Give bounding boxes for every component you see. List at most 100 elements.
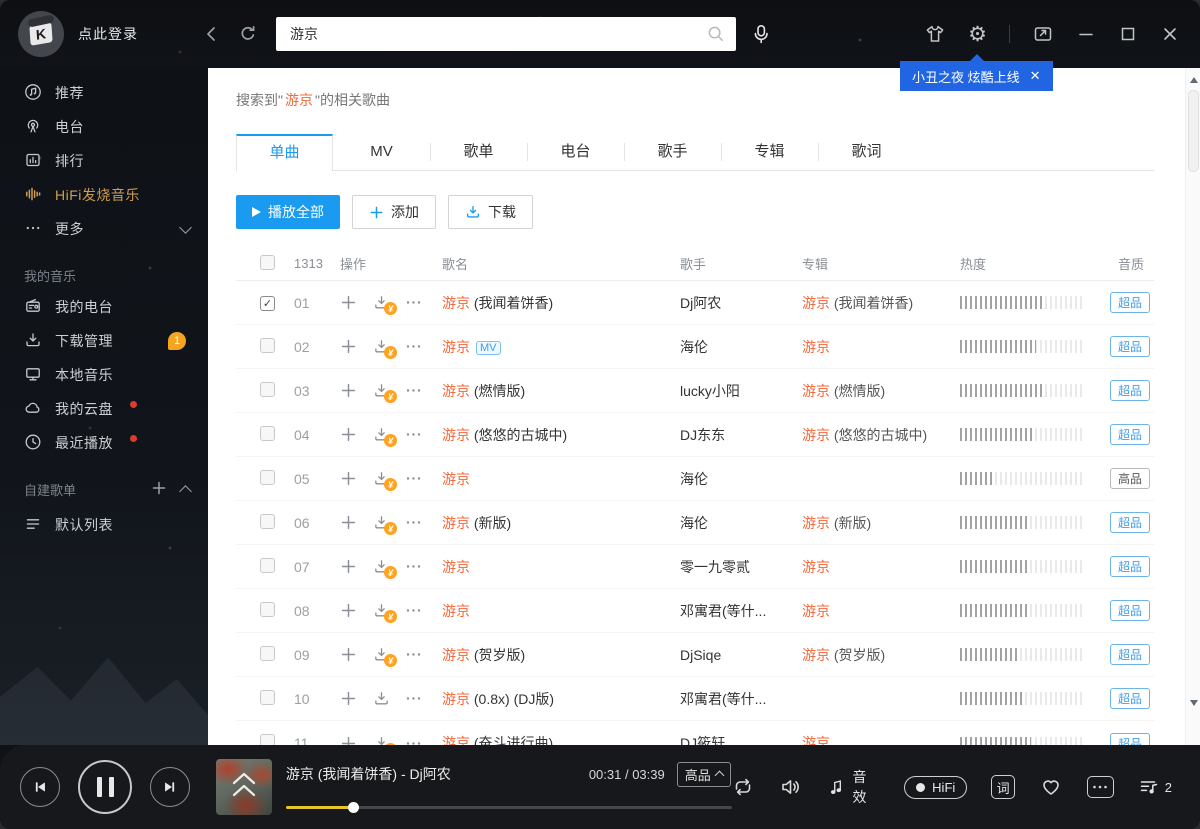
song-keyword[interactable]: 游京 — [442, 427, 470, 443]
mini-player-icon[interactable] — [1032, 23, 1054, 45]
sidebar-item-more[interactable]: 更多 — [0, 212, 208, 246]
tab-single[interactable]: 单曲 — [236, 134, 333, 171]
tab-radio[interactable]: 电台 — [527, 134, 624, 170]
search-keyword[interactable]: 游京 — [285, 92, 313, 108]
tab-artist[interactable]: 歌手 — [624, 134, 721, 170]
download-song-icon[interactable]: ¥ — [373, 294, 397, 315]
now-playing-title[interactable]: 游京 (我闻着饼香) - Dj阿农 — [286, 764, 451, 784]
progress-bar[interactable] — [285, 801, 732, 813]
download-song-icon[interactable]: ¥ — [373, 735, 397, 745]
row-checkbox[interactable] — [260, 689, 275, 705]
add-to-playlist-icon[interactable] — [340, 514, 357, 531]
download-song-icon[interactable]: ¥ — [373, 514, 397, 535]
sidebar-item-recent-play[interactable]: 最近播放 — [0, 426, 208, 460]
more-actions-icon[interactable] — [406, 344, 421, 349]
sidebar-item-my-radio[interactable]: 我的电台 — [0, 290, 208, 324]
song-rest[interactable]: (贺岁版) — [470, 647, 525, 663]
search-input[interactable] — [290, 26, 690, 42]
pause-button[interactable] — [78, 760, 132, 814]
quality-selector[interactable]: 高品 — [676, 761, 731, 787]
download-song-icon[interactable]: ¥ — [373, 602, 397, 623]
song-keyword[interactable]: 游京 — [442, 383, 470, 399]
more-actions-icon[interactable] — [406, 300, 421, 305]
play-all-button[interactable]: 播放全部 — [236, 195, 340, 229]
row-checkbox[interactable] — [260, 425, 275, 441]
table-row[interactable]: 05 ¥ 游京 海伦 高品 — [236, 457, 1154, 501]
more-actions-icon[interactable] — [406, 476, 421, 481]
album-rest[interactable]: (我闻着饼香) — [830, 295, 913, 311]
album-art[interactable] — [216, 759, 272, 815]
table-row[interactable]: 07 ¥ 游京 零一九零贰 游京 超品 — [236, 545, 1154, 589]
promo-tooltip-close-icon[interactable]: ✕ — [1030, 68, 1041, 84]
favorite-heart-icon[interactable] — [1039, 775, 1063, 799]
album-keyword[interactable]: 游京 — [802, 515, 830, 531]
scrollbar-thumb[interactable] — [1188, 90, 1199, 172]
row-checkbox[interactable] — [260, 557, 275, 573]
mv-badge[interactable]: MV — [476, 340, 501, 355]
add-to-playlist-icon[interactable] — [340, 646, 357, 663]
row-checkbox[interactable] — [260, 337, 275, 353]
scrollbar-down-button[interactable] — [1186, 695, 1200, 711]
row-checkbox[interactable] — [260, 601, 275, 617]
more-actions-icon[interactable] — [406, 696, 421, 701]
row-artist[interactable]: DJ东东 — [680, 425, 802, 445]
row-checkbox[interactable] — [260, 296, 275, 311]
song-rest[interactable]: (燃情版) — [470, 383, 525, 399]
row-artist[interactable]: lucky小阳 — [680, 381, 802, 401]
sidebar-item-radio[interactable]: 电台 — [0, 110, 208, 144]
sidebar-item-hifi[interactable]: HiFi发烧音乐 — [0, 178, 208, 212]
maximize-icon[interactable] — [1118, 24, 1138, 44]
table-row[interactable]: 09 ¥ 游京 (贺岁版) DjSiqe 游京 (贺岁版) 超品 — [236, 633, 1154, 677]
next-track-button[interactable] — [150, 767, 190, 807]
add-to-playlist-icon[interactable] — [340, 294, 357, 311]
album-keyword[interactable]: 游京 — [802, 647, 830, 663]
album-keyword[interactable]: 游京 — [802, 295, 830, 311]
select-all-checkbox[interactable] — [260, 254, 275, 270]
tab-playlist[interactable]: 歌单 — [430, 134, 527, 170]
download-song-icon[interactable]: ¥ — [373, 338, 397, 359]
add-to-playlist-icon[interactable] — [340, 338, 357, 355]
settings-gear-icon[interactable]: ⚙ — [968, 24, 987, 45]
download-song-icon[interactable]: ¥ — [373, 382, 397, 403]
song-rest[interactable]: (我闻着饼香) — [470, 295, 553, 311]
previous-track-button[interactable] — [20, 767, 60, 807]
add-to-playlist-icon[interactable] — [340, 602, 357, 619]
album-rest[interactable]: (贺岁版) — [830, 647, 885, 663]
table-row[interactable]: 11 ¥ 游京 (奋斗进行曲) DJ筱轩 游京 超品 — [236, 721, 1154, 745]
row-checkbox[interactable] — [260, 734, 275, 745]
more-actions-icon[interactable] — [406, 564, 421, 569]
volume-icon[interactable] — [779, 775, 803, 799]
add-to-playlist-icon[interactable] — [340, 470, 357, 487]
add-button[interactable]: 添加 — [352, 195, 436, 229]
download-song-icon[interactable] — [373, 690, 390, 707]
table-row[interactable]: 01 ¥ 游京 (我闻着饼香) Dj阿农 游京 (我闻着饼香) 超品 — [236, 281, 1154, 325]
table-row[interactable]: 02 ¥ 游京 MV 海伦 游京 超品 — [236, 325, 1154, 369]
sidebar-item-ranking[interactable]: 排行 — [0, 144, 208, 178]
play-queue-button[interactable]: 2 — [1138, 776, 1172, 798]
album-rest[interactable]: (新版) — [830, 515, 871, 531]
table-row[interactable]: 06 ¥ 游京 (新版) 海伦 游京 (新版) 超品 — [236, 501, 1154, 545]
hifi-toggle[interactable]: HiFi — [904, 775, 968, 799]
scrollbar-up-button[interactable] — [1186, 72, 1200, 88]
album-keyword[interactable]: 游京 — [802, 383, 830, 399]
add-to-playlist-icon[interactable] — [340, 558, 357, 575]
song-keyword[interactable]: 游京 — [442, 339, 470, 355]
row-checkbox[interactable] — [260, 381, 275, 397]
download-button[interactable]: 下载 — [448, 195, 533, 229]
refresh-icon[interactable] — [238, 24, 258, 44]
add-to-playlist-icon[interactable] — [340, 382, 357, 399]
table-row[interactable]: 10 游京 (0.8x) (DJ版) 邓寓君(等什... 超品 — [236, 677, 1154, 721]
song-rest[interactable]: (新版) — [470, 515, 511, 531]
song-keyword[interactable]: 游京 — [442, 691, 470, 707]
row-artist[interactable]: 邓寓君(等什... — [680, 689, 802, 709]
add-playlist-icon[interactable] — [151, 480, 167, 499]
chevron-down-icon[interactable] — [179, 220, 192, 234]
song-keyword[interactable]: 游京 — [442, 647, 470, 663]
sound-effect-button[interactable]: 音效 — [827, 767, 880, 807]
repeat-mode-icon[interactable] — [731, 775, 755, 799]
row-artist[interactable]: 邓寓君(等什... — [680, 601, 802, 621]
progress-handle[interactable] — [347, 801, 359, 813]
search-icon[interactable] — [706, 24, 726, 49]
table-row[interactable]: 03 ¥ 游京 (燃情版) lucky小阳 游京 (燃情版) 超品 — [236, 369, 1154, 413]
more-options-button[interactable] — [1087, 776, 1114, 798]
